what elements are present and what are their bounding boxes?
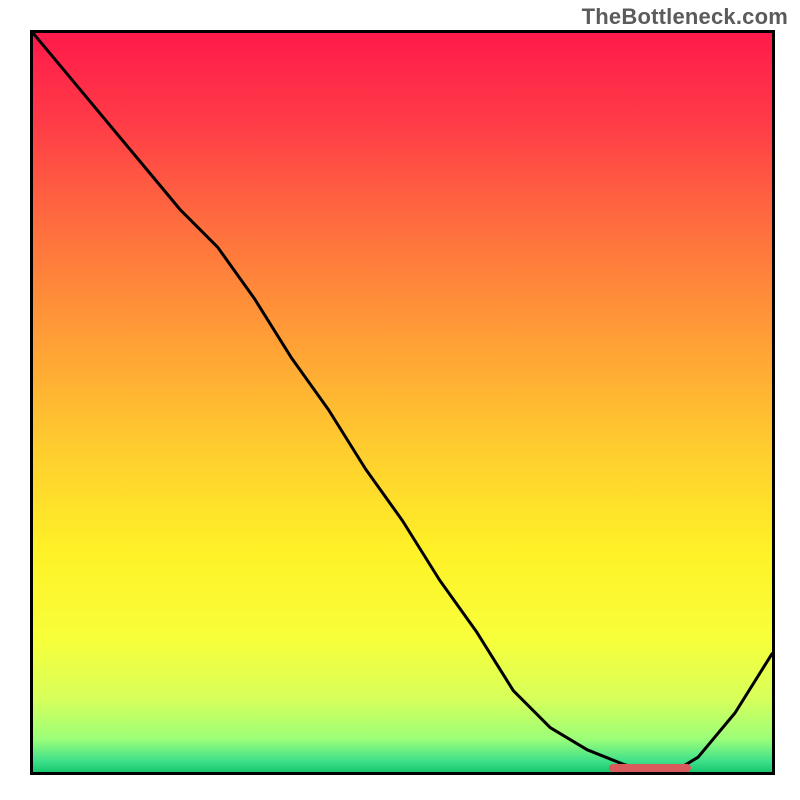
optimal-range-marker — [609, 764, 690, 772]
bottleneck-curve — [33, 33, 772, 772]
watermark-text: TheBottleneck.com — [582, 4, 788, 30]
plot-frame — [30, 30, 775, 775]
chart-container: TheBottleneck.com — [0, 0, 800, 800]
